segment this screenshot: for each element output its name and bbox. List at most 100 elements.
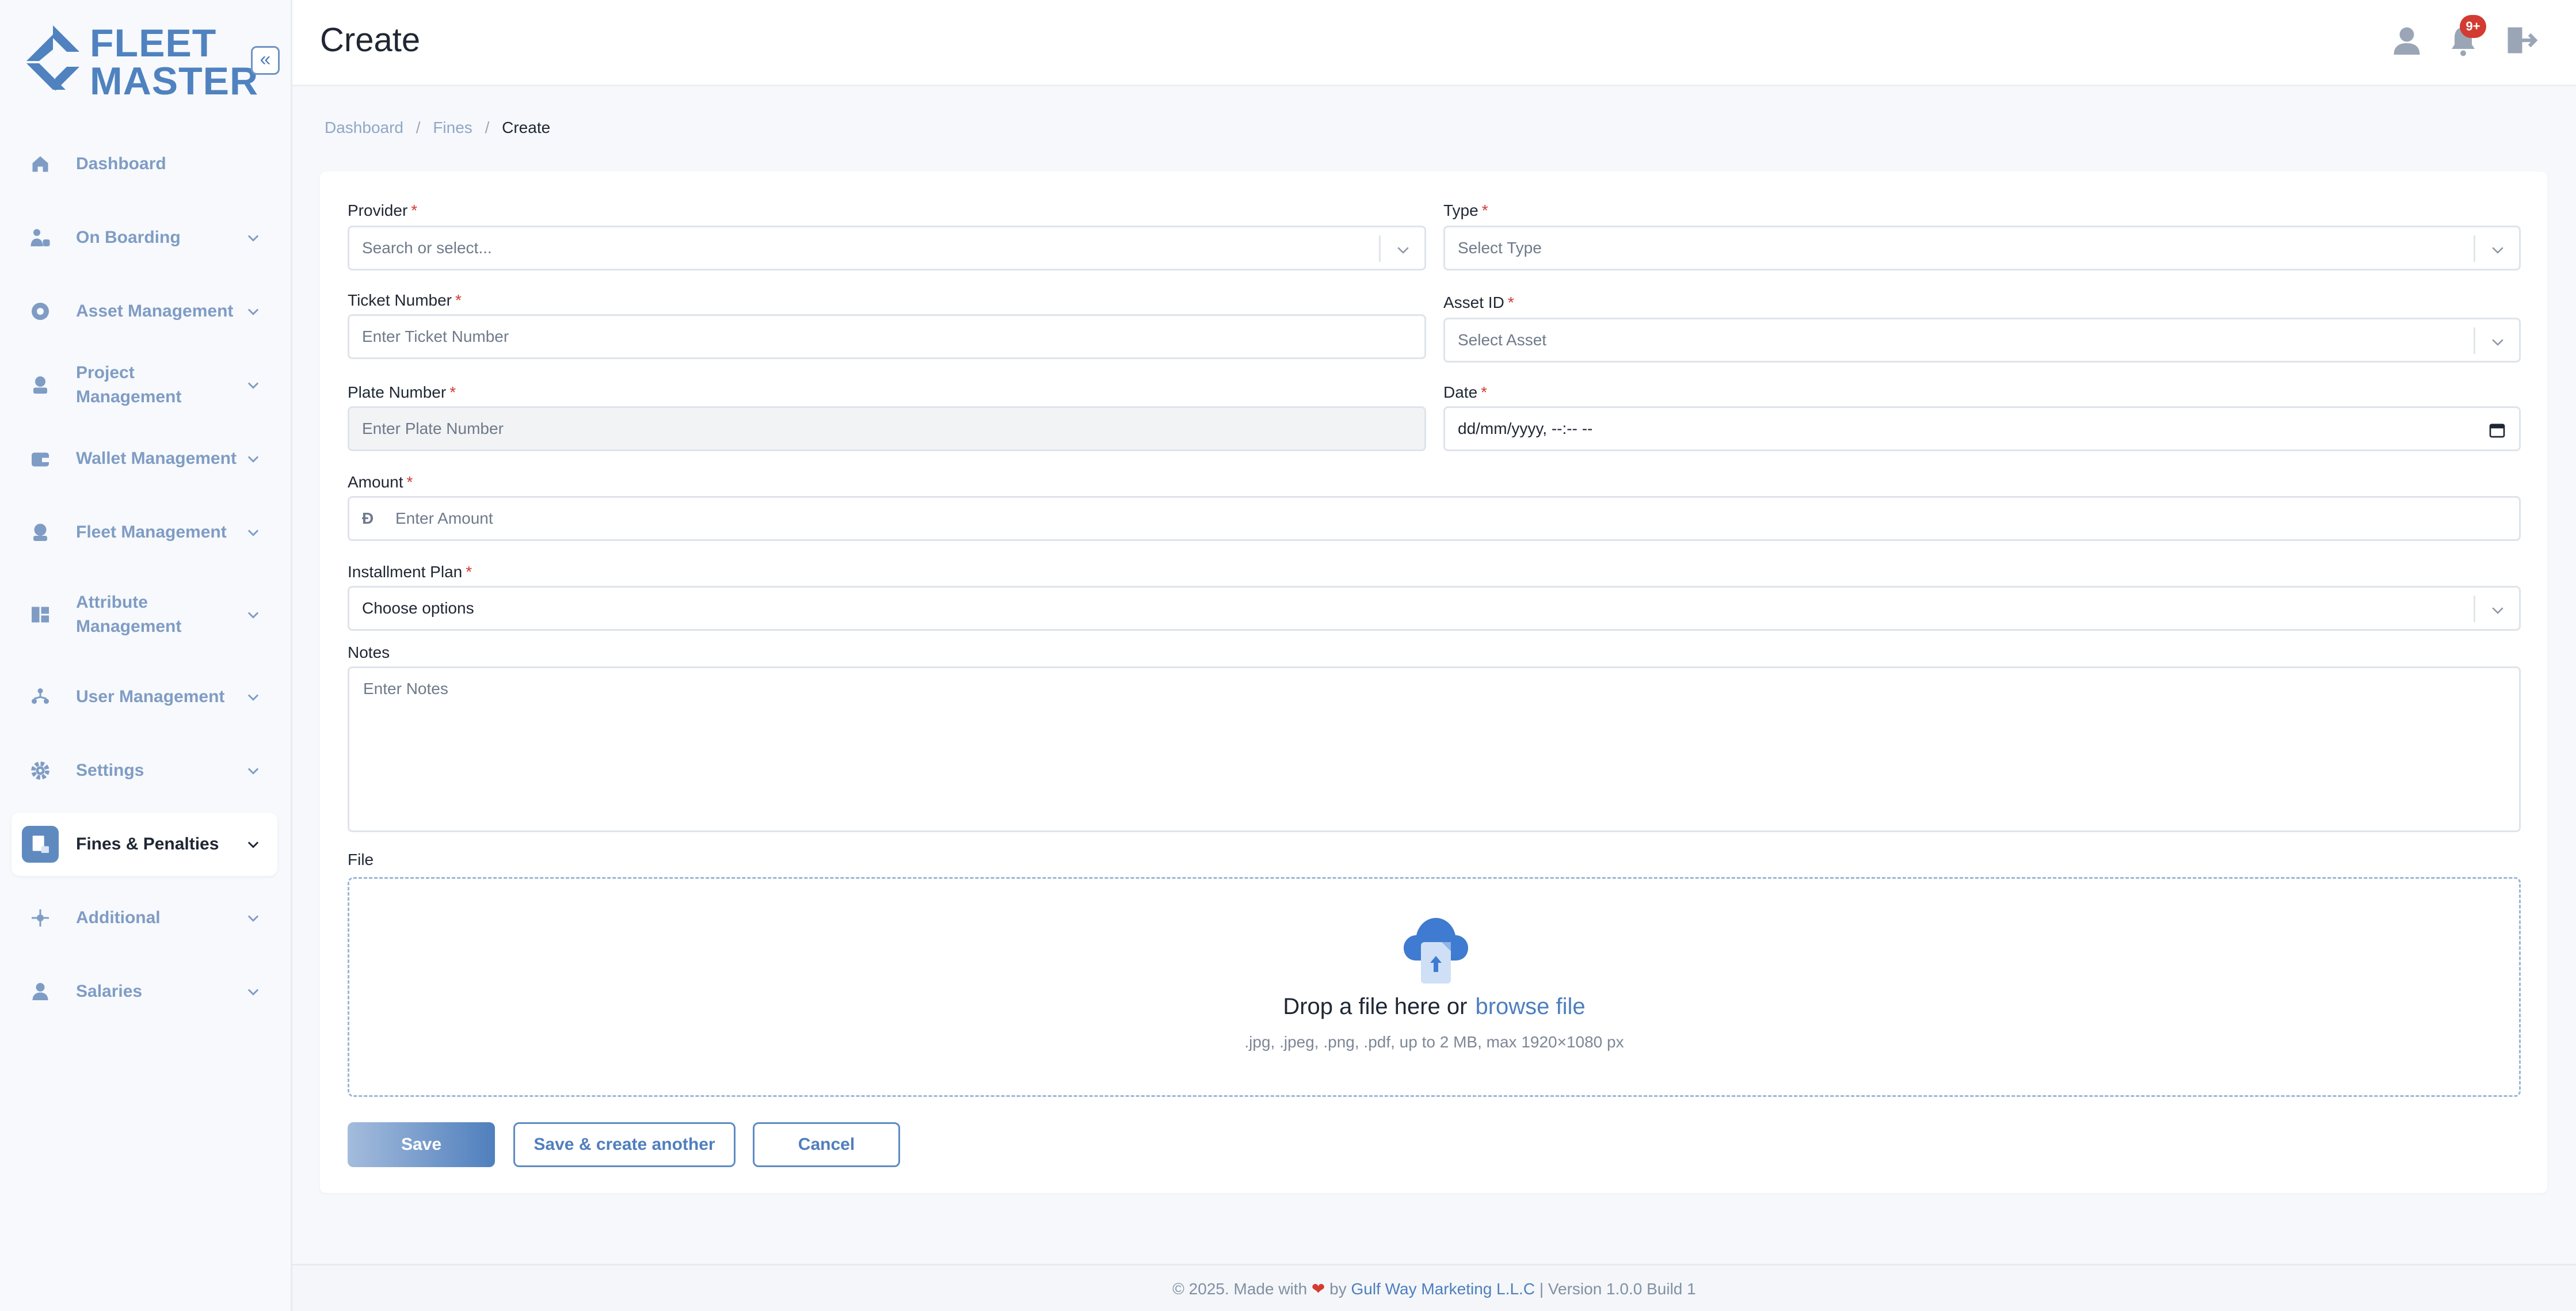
save-and-create-another-button[interactable]: Save & create another	[513, 1122, 736, 1167]
plate-number-input[interactable]: Enter Plate Number	[348, 406, 1426, 451]
calendar-icon[interactable]	[2488, 421, 2506, 439]
chevron-down-icon	[247, 308, 259, 315]
create-fine-form: Provider * Search or select... Type * Sele…	[320, 172, 2547, 1193]
chevron-down-icon	[247, 382, 259, 389]
amount-input[interactable]: Đ Enter Amount	[348, 496, 2521, 541]
fleet-icon	[29, 521, 52, 544]
fleet-master-logo[interactable]: FLEET MASTER	[24, 21, 258, 101]
provider-placeholder: Search or select...	[362, 239, 492, 257]
sidebar-item-dashboard[interactable]: Dashboard	[12, 132, 277, 196]
file-label: File	[348, 851, 374, 868]
users-icon	[29, 685, 52, 708]
installment-plan-select[interactable]: Choose options	[348, 586, 2521, 631]
select-divider	[2474, 596, 2475, 622]
dropzone-hint: .jpg, .jpeg, .png, .pdf, up to 2 MB, max…	[1244, 1033, 1624, 1051]
sidebar-item-additional[interactable]: Additional	[12, 886, 277, 950]
sidebar-item-settings[interactable]: Settings	[12, 739, 277, 802]
sidebar-item-salaries[interactable]: Salaries	[12, 960, 277, 1023]
sidebar-item-asset-management[interactable]: Asset Management	[12, 280, 277, 343]
top-header: Create	[292, 0, 2576, 86]
plate-number-label: Plate Number *	[348, 383, 456, 401]
sidebar-item-label: User Management	[76, 687, 225, 706]
type-label: Type *	[1443, 201, 1488, 219]
sidebar-item-on-boarding[interactable]: On Boarding	[12, 206, 277, 269]
chevron-down-icon	[2492, 607, 2503, 614]
heart-icon: ❤	[1311, 1280, 1325, 1298]
logo-text: FLEET MASTER	[90, 21, 259, 103]
currency-icon: Đ	[362, 509, 374, 527]
sidebar: FLEET MASTER « Dashboard On Boarding Ass…	[0, 0, 292, 1311]
breadcrumb-current: Create	[502, 119, 551, 136]
ticket-number-label: Ticket Number *	[348, 291, 462, 309]
asset-id-placeholder: Select Asset	[1458, 331, 1547, 349]
sidebar-item-label: Dashboard	[76, 154, 166, 173]
sidebar-item-label: Additional	[76, 908, 161, 927]
date-placeholder: dd/mm/yyyy, --:-- --	[1458, 420, 1593, 437]
fines-icon	[22, 826, 59, 863]
notes-textarea[interactable]: Enter Notes	[348, 666, 2521, 832]
logo-mark-icon	[26, 25, 79, 91]
additional-icon	[29, 906, 52, 929]
sidebar-item-user-management[interactable]: User Management	[12, 665, 277, 729]
breadcrumb-link-fines[interactable]: Fines	[433, 119, 472, 136]
cancel-button[interactable]: Cancel	[753, 1122, 900, 1167]
dropzone-text: Drop a file here or browse file	[349, 994, 2519, 1020]
attribute-icon	[29, 603, 52, 626]
select-divider	[2474, 327, 2475, 354]
ticket-number-input[interactable]: Enter Ticket Number	[348, 314, 1426, 359]
footer-version: | Version 1.0.0 Build 1	[1539, 1280, 1696, 1298]
footer: © 2025. Made with ❤ by Gulf Way Marketin…	[292, 1264, 2576, 1311]
page-title: Create	[320, 21, 421, 59]
breadcrumb: Dashboard / Fines / Create	[325, 119, 550, 137]
notification-badge: 9+	[2460, 15, 2486, 38]
chevron-down-icon	[247, 235, 259, 242]
chevron-down-icon	[247, 841, 259, 848]
sidebar-item-label: On Boarding	[76, 228, 181, 247]
chevron-down-icon	[2492, 339, 2503, 346]
chevron-down-icon	[247, 989, 259, 996]
chevron-down-icon	[2492, 247, 2503, 254]
select-divider	[2474, 235, 2475, 262]
sidebar-item-label: Salaries	[76, 982, 143, 1001]
plate-number-placeholder: Enter Plate Number	[362, 420, 504, 437]
sidebar-item-label: Attribute Management	[76, 593, 182, 636]
chevron-down-icon	[247, 529, 259, 536]
sidebar-item-attribute-management[interactable]: Attribute Management	[12, 574, 277, 655]
type-select[interactable]: Select Type	[1443, 226, 2521, 270]
wallet-icon	[29, 447, 52, 470]
sidebar-item-label: Fleet Management	[76, 523, 227, 542]
browse-file-link[interactable]: browse file	[1475, 994, 1585, 1019]
provider-label: Provider *	[348, 201, 418, 219]
sidebar-item-project-management[interactable]: Project Management	[12, 353, 277, 417]
provider-select[interactable]: Search or select...	[348, 226, 1426, 270]
chevron-down-icon	[247, 768, 259, 775]
amount-placeholder: Enter Amount	[395, 509, 493, 527]
date-label: Date *	[1443, 383, 1488, 401]
chevron-down-icon	[247, 456, 259, 463]
chevron-down-icon	[1397, 247, 1409, 254]
installment-plan-label: Installment Plan *	[348, 563, 472, 581]
asset-icon	[29, 300, 52, 323]
user-avatar-icon[interactable]	[2390, 23, 2424, 58]
asset-id-select[interactable]: Select Asset	[1443, 318, 2521, 363]
file-dropzone[interactable]: Drop a file here or browse file .jpg, .jp…	[348, 877, 2521, 1097]
sidebar-nav: Dashboard On Boarding Asset Management P…	[12, 132, 277, 1034]
sidebar-item-fleet-management[interactable]: Fleet Management	[12, 501, 277, 564]
notes-placeholder: Enter Notes	[363, 680, 448, 698]
sidebar-item-wallet-management[interactable]: Wallet Management	[12, 427, 277, 490]
logout-icon[interactable]	[2503, 23, 2538, 58]
breadcrumb-link-dashboard[interactable]: Dashboard	[325, 119, 403, 136]
footer-company-link[interactable]: Gulf Way Marketing L.L.C	[1351, 1280, 1535, 1298]
project-icon	[29, 374, 52, 397]
sidebar-item-fines-penalties[interactable]: Fines & Penalties	[12, 813, 277, 876]
cloud-upload-icon	[1404, 918, 1468, 984]
date-input[interactable]: dd/mm/yyyy, --:-- --	[1443, 406, 2521, 451]
type-placeholder: Select Type	[1458, 239, 1542, 257]
save-button[interactable]: Save	[348, 1122, 495, 1167]
notes-label: Notes	[348, 643, 390, 661]
select-divider	[1379, 235, 1381, 262]
ticket-number-placeholder: Enter Ticket Number	[362, 327, 509, 345]
chevron-down-icon	[247, 694, 259, 701]
sidebar-collapse-button[interactable]: «	[251, 46, 280, 75]
breadcrumb-separator: /	[485, 119, 490, 136]
